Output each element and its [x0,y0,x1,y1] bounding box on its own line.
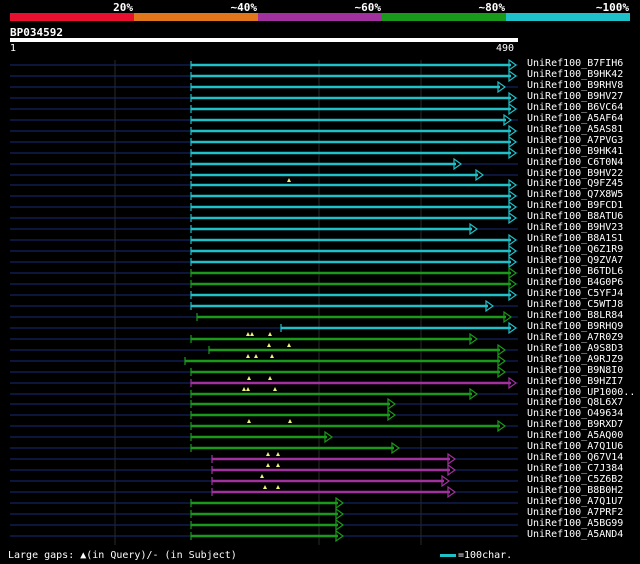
query-gap-marker [254,354,258,358]
hit-label[interactable]: UniRef100_B8ATU6 [527,212,623,222]
query-gap-marker [276,452,280,456]
query-gap-marker [276,485,280,489]
hit-label[interactable]: UniRef100_B9RHV8 [527,81,623,91]
hit-label[interactable]: UniRef100_A5BG99 [527,519,623,529]
query-gap-marker [247,419,251,423]
hit-label[interactable]: UniRef100_B8B0H2 [527,486,623,496]
query-gap-marker [246,387,250,391]
hit-label[interactable]: UniRef100_A7Q1U6 [527,442,623,452]
query-gap-marker [247,376,251,380]
hit-label[interactable]: UniRef100_A5AF64 [527,114,623,124]
hit-label[interactable]: UniRef100_C5WTJ8 [527,300,623,310]
hit-label[interactable]: UniRef100_B8A1S1 [527,234,623,244]
hit-label[interactable]: UniRef100_A7PRF2 [527,508,623,518]
query-gap-marker [268,376,272,380]
hit-label[interactable]: UniRef100_B9HV23 [527,223,623,233]
query-gap-marker [288,419,292,423]
hit-label[interactable]: UniRef100_A5AQ00 [527,431,623,441]
hit-label[interactable]: UniRef100_A7Q1U7 [527,497,623,507]
scale-legend: =100char. [440,550,512,561]
hit-label[interactable]: UniRef100_B9RXD7 [527,420,623,430]
hit-label[interactable]: UniRef100_Q7X8W5 [527,190,623,200]
hit-label[interactable]: UniRef100_Q67V14 [527,453,623,463]
query-gap-marker [268,332,272,336]
hit-label[interactable]: UniRef100_C6T0N4 [527,158,623,168]
query-gap-marker [246,332,250,336]
hit-label[interactable]: UniRef100_B9FCD1 [527,201,623,211]
hit-label[interactable]: UniRef100_B4G0P6 [527,278,623,288]
query-gap-marker [260,474,264,478]
query-gap-marker [263,485,267,489]
hit-label[interactable]: UniRef100_A5AND4 [527,530,623,540]
hit-label[interactable]: UniRef100_Q9ZVA7 [527,256,623,266]
hit-label[interactable]: UniRef100_Q6Z1R9 [527,245,623,255]
query-gap-marker [266,463,270,467]
hit-label[interactable]: UniRef100_A7R0Z9 [527,333,623,343]
query-gap-marker [273,387,277,391]
hit-label[interactable]: UniRef100_B6VC64 [527,103,623,113]
hit-label[interactable]: UniRef100_B6TDL6 [527,267,623,277]
hit-label[interactable]: UniRef100_C5YFJ4 [527,289,623,299]
query-gap-marker [266,452,270,456]
query-gap-marker [276,463,280,467]
legend-label: ~40% [230,1,258,14]
legend-label: ~100% [595,1,629,14]
query-gap-marker [250,332,254,336]
hit-label[interactable]: UniRef100_B9HZI7 [527,377,623,387]
gaps-legend: Large gaps: ▲(in Query)/- (in Subject) [8,550,237,561]
query-gap-marker [246,354,250,358]
query-gap-marker [267,343,271,347]
scale-line [440,553,456,557]
hit-label[interactable]: UniRef100_Q9FZ45 [527,179,623,189]
query-gap-marker [287,343,291,347]
hit-label[interactable]: UniRef100_B9HV27 [527,92,623,102]
hit-label[interactable]: UniRef100_B9RHQ9 [527,322,623,332]
hit-label[interactable]: UniRef100_B9N8I0 [527,366,623,376]
query-gap-marker [270,354,274,358]
hit-label[interactable]: UniRef100_O49634 [527,409,623,419]
query-gap-marker [242,387,246,391]
hit-label[interactable]: UniRef100_A9RJZ9 [527,355,623,365]
hit-label[interactable]: UniRef100_A5AS81 [527,125,623,135]
scale-text: =100char. [458,550,513,561]
legend-label: 20% [113,1,133,14]
hit-label[interactable]: UniRef100_A9S8D3 [527,344,623,354]
hit-label[interactable]: UniRef100_B8LR84 [527,311,623,321]
hit-label[interactable]: UniRef100_B9HK42 [527,70,623,80]
hit-label[interactable]: UniRef100_C5Z6B2 [527,475,623,485]
query-gap-marker [287,178,291,182]
legend-label: ~60% [354,1,382,14]
hit-label[interactable]: UniRef100_Q8L6X7 [527,398,623,408]
hit-label[interactable]: UniRef100_A7PVG3 [527,136,623,146]
hit-label[interactable]: UniRef100_B7FIH6 [527,59,623,69]
legend-label: ~80% [478,1,506,14]
hit-label[interactable]: UniRef100_C7J384 [527,464,623,474]
hit-label[interactable]: UniRef100_B9HK41 [527,147,623,157]
